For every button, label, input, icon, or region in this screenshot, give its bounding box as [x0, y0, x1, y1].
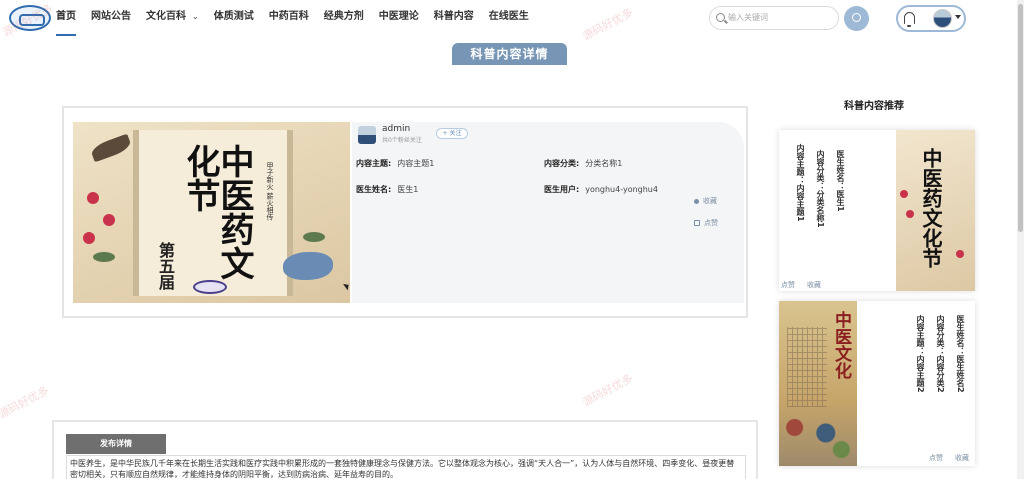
publish-detail-tab[interactable]: 发布详情 [66, 434, 166, 454]
bell-icon[interactable] [904, 12, 915, 27]
nav-home[interactable]: 首页 [56, 0, 76, 36]
watermark: 源码好优多 [0, 383, 52, 422]
flower-illustration [956, 250, 964, 258]
user-menu[interactable] [896, 5, 966, 32]
leaf-illustration [93, 252, 115, 262]
poster-title: 中医药文化节 [180, 144, 254, 280]
chevron-down-icon: ⌄ [192, 12, 199, 21]
recommend-image-title: 中医文化 [831, 311, 851, 379]
favorite-icon [694, 198, 699, 204]
recommend-favorite-button[interactable]: 收藏 [955, 453, 969, 463]
poster-seal [193, 280, 227, 294]
nav-theory[interactable]: 中医理论 [379, 0, 419, 36]
scrollbar-thumb[interactable] [1018, 4, 1023, 232]
recommend-cover-image: 中医文化 [779, 301, 857, 466]
leaf-illustration [303, 232, 325, 242]
content-info-panel: admin 共0个粉丝关注 + 关注 内容主题: 内容主题1 内容分类: 分类名称1… [352, 122, 744, 303]
recommend-title: 科普内容推荐 [844, 101, 904, 112]
nav-culture[interactable]: 文化百科 ⌄ [146, 0, 199, 36]
doctor-name-value: 医生1 [397, 185, 419, 194]
text-grid-illustration [787, 327, 827, 407]
doctor-user-label: 医生用户: [544, 185, 580, 194]
recommend-like-button[interactable]: 点赞 [781, 280, 795, 290]
flower-illustration [103, 214, 115, 226]
recommend-category-text: 内容分类：分类名称1 [816, 150, 825, 228]
bird-illustration [89, 133, 133, 163]
nav-constitution-test[interactable]: 体质测试 [214, 0, 254, 36]
content-category-field: 内容分类: 分类名称1 [544, 158, 622, 169]
flower-illustration [87, 192, 99, 204]
avatar[interactable] [933, 9, 952, 28]
recommend-favorite-button[interactable]: 收藏 [807, 280, 821, 290]
content-topic-value: 内容主题1 [397, 159, 435, 168]
main-nav: 首页 网站公告 文化百科 ⌄ 体质测试 中药百科 经典方剂 中医理论 科普内容 在… [56, 0, 544, 36]
content-category-label: 内容分类: [544, 159, 580, 168]
publish-detail-text: 中医养生，是中华民族几千年来在长期生活实践和医疗实践中积累形成的一套独特健康理念… [66, 455, 746, 479]
nav-prescriptions[interactable]: 经典方剂 [324, 0, 364, 36]
content-topic-label: 内容主题: [356, 159, 392, 168]
recommend-doctor-text: 医生姓名：医生1 [836, 150, 845, 212]
nav-science-content[interactable]: 科普内容 [434, 0, 474, 36]
recommend-cover-image: 中医药文化节 [896, 130, 975, 291]
favorite-button[interactable]: 收藏 [694, 196, 717, 206]
nav-herbs[interactable]: 中药百科 [269, 0, 309, 36]
bird-illustration [283, 252, 333, 280]
poster-subtitle: 第五届 [156, 242, 175, 290]
flower-illustration [900, 190, 908, 198]
thumbs-up-icon [694, 220, 700, 226]
search-button[interactable] [844, 6, 869, 31]
doctor-user-field: 医生用户: yonghu4-yonghu4 [544, 184, 658, 195]
doctor-name-field: 医生姓名: 医生1 [356, 184, 418, 195]
caret-down-icon[interactable] [955, 15, 961, 19]
favorite-label: 收藏 [703, 197, 717, 205]
recommend-topic-text: 内容主题：内容主题1 [796, 144, 805, 222]
author-followers: 共0个粉丝关注 [382, 137, 422, 144]
content-detail-card: 中医药文化节 第五届 甲子新火 薪火相传 admin 共0个粉丝关注 + 关注 … [62, 106, 748, 318]
doctor-user-value: yonghu4-yonghu4 [585, 185, 658, 194]
author-name: admin [382, 124, 411, 134]
nav-culture-label: 文化百科 [146, 11, 186, 22]
content-topic-field: 内容主题: 内容主题1 [356, 158, 434, 169]
search-input[interactable]: 输入关键词 [709, 6, 839, 30]
page-title: 科普内容详情 [452, 43, 567, 65]
recommend-card[interactable]: 中医文化 医生姓名：医生姓名2 内容分类：内容分类2 内容主题：内容主题2 点赞… [779, 301, 975, 466]
flower-illustration [906, 210, 914, 218]
recommend-image-title: 中医药文化节 [919, 148, 943, 268]
nav-announcements[interactable]: 网站公告 [91, 0, 131, 36]
top-header: 首页 网站公告 文化百科 ⌄ 体质测试 中药百科 经典方剂 中医理论 科普内容 在… [0, 0, 1024, 36]
search-placeholder: 输入关键词 [728, 13, 768, 22]
recommend-category-text: 内容分类：内容分类2 [936, 315, 945, 393]
like-button[interactable]: 点赞 [694, 218, 718, 228]
like-label: 点赞 [704, 219, 718, 227]
publish-detail-section: 发布详情 中医养生，是中华民族几千年来在长期生活实践和医疗实践中积累形成的一套独… [52, 420, 758, 479]
site-logo[interactable] [9, 5, 51, 31]
doctor-name-label: 医生姓名: [356, 185, 392, 194]
recommend-card[interactable]: 医生姓名：医生1 内容分类：分类名称1 内容主题：内容主题1 中医药文化节 点赞… [779, 130, 975, 291]
content-category-value: 分类名称1 [585, 159, 623, 168]
nav-online-doctor[interactable]: 在线医生 [489, 0, 529, 36]
watermark: 源码好优多 [580, 371, 636, 410]
flower-illustration [83, 232, 95, 244]
figures-illustration [779, 411, 857, 466]
poster-side-text: 甲子新火 薪火相传 [266, 162, 274, 221]
recommend-topic-text: 内容主题：内容主题2 [916, 315, 925, 393]
page-scrollbar[interactable] [1017, 0, 1024, 479]
recommend-doctor-text: 医生姓名：医生姓名2 [956, 315, 965, 393]
content-cover-image: 中医药文化节 第五届 甲子新火 薪火相传 [73, 122, 350, 303]
author-avatar[interactable] [358, 126, 376, 144]
search-icon [716, 13, 725, 22]
follow-button[interactable]: + 关注 [436, 128, 468, 139]
recommend-like-button[interactable]: 点赞 [929, 453, 943, 463]
